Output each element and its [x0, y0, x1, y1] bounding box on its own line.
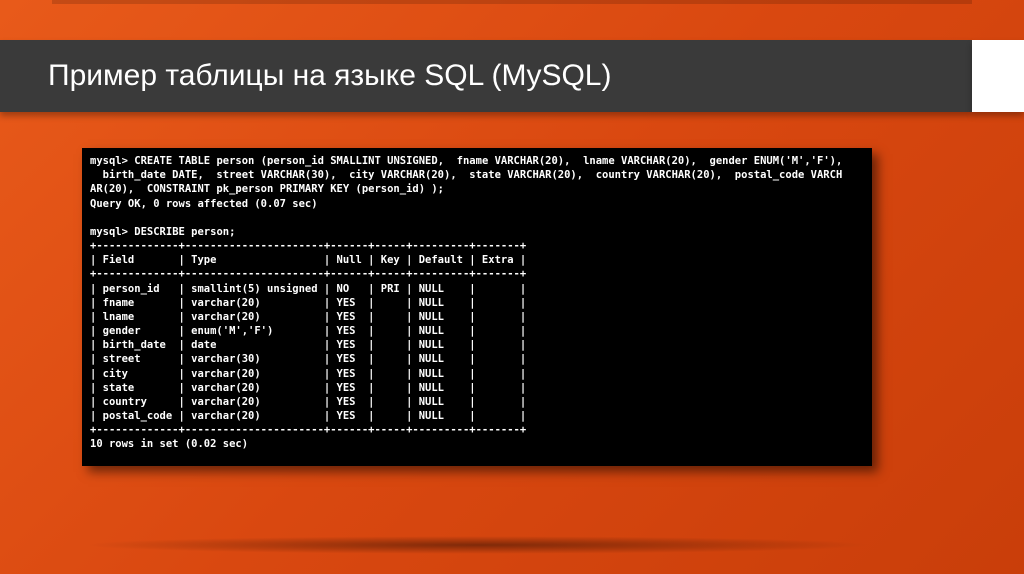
table-border: +-------------+----------------------+--… [90, 268, 526, 280]
prompt: mysql> [90, 226, 128, 238]
table-row: | gender | enum('M','F') | YES | | NULL … [90, 325, 526, 337]
table-row: | fname | varchar(20) | YES | | NULL | | [90, 297, 526, 309]
top-decorative-line [52, 0, 972, 4]
table-row: | lname | varchar(20) | YES | | NULL | | [90, 311, 526, 323]
prompt: mysql> [90, 155, 128, 167]
table-row: | city | varchar(20) | YES | | NULL | | [90, 368, 526, 380]
table-header: | Field | Type | Null | Key | Default | … [90, 254, 526, 266]
query-ok: Query OK, 0 rows affected (0.07 sec) [90, 198, 318, 210]
result-footer: 10 rows in set (0.02 sec) [90, 438, 248, 450]
slide-title: Пример таблицы на языке SQL (MySQL) [48, 59, 611, 93]
create-table-line2: birth_date DATE, street VARCHAR(30), cit… [90, 169, 842, 181]
table-row: | birth_date | date | YES | | NULL | | [90, 339, 526, 351]
table-row: | postal_code | varchar(20) | YES | | NU… [90, 410, 526, 422]
title-bar: Пример таблицы на языке SQL (MySQL) [0, 40, 972, 112]
terminal-shadow [82, 536, 872, 554]
table-row: | state | varchar(20) | YES | | NULL | | [90, 382, 526, 394]
accent-block [972, 40, 1024, 112]
table-row: | street | varchar(30) | YES | | NULL | … [90, 353, 526, 365]
slide-container: Пример таблицы на языке SQL (MySQL) mysq… [0, 0, 1024, 574]
table-row: | person_id | smallint(5) unsigned | NO … [90, 283, 526, 295]
table-row: | country | varchar(20) | YES | | NULL |… [90, 396, 526, 408]
create-table-line3: AR(20), CONSTRAINT pk_person PRIMARY KEY… [90, 183, 444, 195]
table-border: +-------------+----------------------+--… [90, 240, 526, 252]
describe-cmd: DESCRIBE person; [134, 226, 235, 238]
terminal-output: mysql> CREATE TABLE person (person_id SM… [82, 148, 872, 466]
table-border: +-------------+----------------------+--… [90, 424, 526, 436]
create-table-line1: CREATE TABLE person (person_id SMALLINT … [134, 155, 842, 167]
